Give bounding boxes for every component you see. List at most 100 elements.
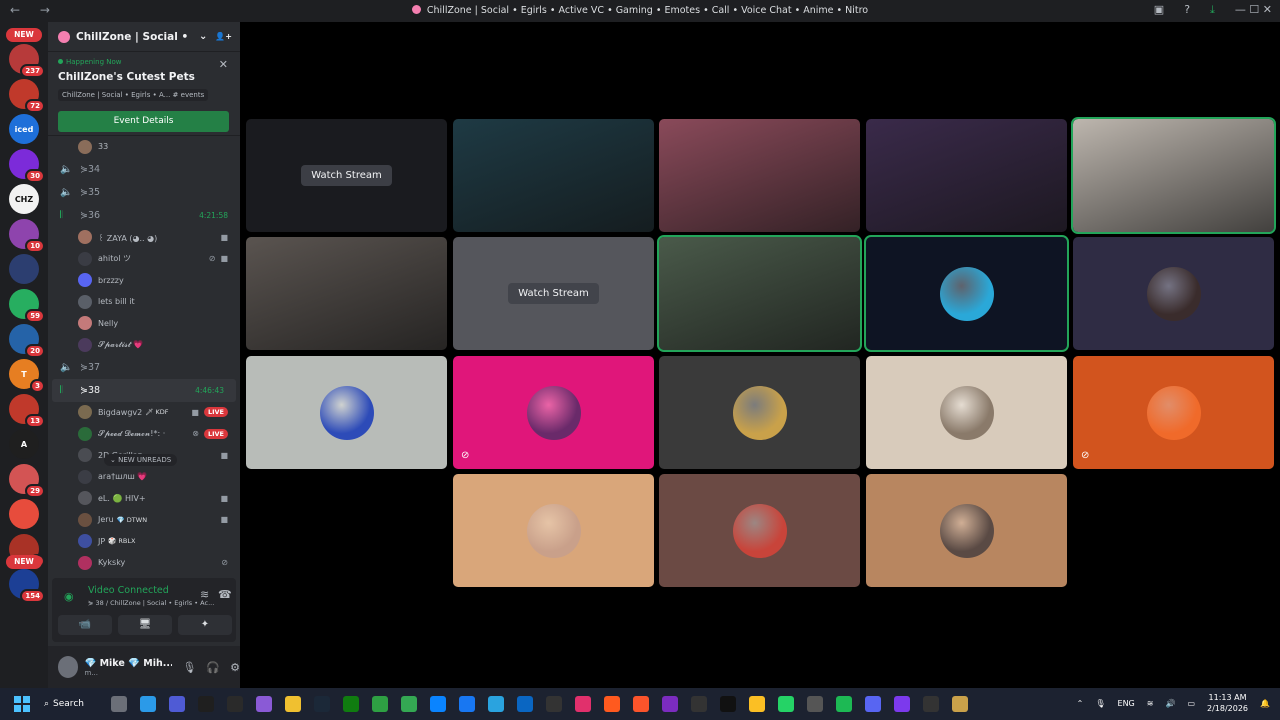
video-tile[interactable] [864,235,1069,352]
avatar[interactable] [58,656,79,678]
video-tile[interactable] [1071,117,1276,234]
taskbar-app-icon[interactable] [777,696,794,712]
voice-member[interactable]: ara†шлш 💗 [48,466,240,488]
taskbar-app-icon[interactable] [400,696,417,712]
taskbar-app-icon[interactable] [661,696,678,712]
voice-channel-path[interactable]: ⋟ 38 / ChillZone | Social • Egirls • Ac.… [88,599,214,607]
chevron-up-icon[interactable]: ⌃ [1077,699,1084,708]
gear-icon[interactable]: ⚙ [230,661,240,674]
wifi-icon[interactable]: ≋ [1147,699,1154,708]
taskbar-app-icon[interactable] [516,696,533,712]
taskbar-app-icon[interactable] [342,696,359,712]
notification-bell-icon[interactable]: 🔔 [1260,699,1270,708]
camera-button[interactable]: 📹 [58,615,112,635]
voice-member[interactable]: ꒰ ZAYA (◕.. ◕) ■ [48,227,240,249]
headphones-icon[interactable]: 🎧 [206,661,220,674]
video-tile[interactable] [453,474,654,587]
video-tile[interactable] [659,356,860,469]
taskbar-app-icon[interactable] [603,696,620,712]
taskbar-app-icon[interactable] [371,696,388,712]
video-tile[interactable] [659,119,860,232]
video-tile[interactable]: ⊘ [1073,356,1274,469]
server-icon[interactable]: 154 [9,569,45,603]
server-icon[interactable]: 29 [9,464,45,498]
microphone-icon[interactable]: 🎙 [182,661,196,674]
battery-icon[interactable]: ▭ [1187,699,1195,708]
window-controls[interactable]: — ☐ ✕ [1235,3,1272,17]
screen-share-button[interactable]: 🖥 [118,615,172,635]
taskbar-app-icon[interactable] [864,696,881,712]
taskbar-app-icon[interactable] [139,696,156,712]
video-tile[interactable]: Watch Stream [246,119,447,232]
taskbar-app-icon[interactable] [226,696,243,712]
voice-member[interactable]: Bigdawgv2 🗡 KDF ■ LIVE [48,402,240,424]
activities-button[interactable]: ✦ [178,615,232,635]
voice-member[interactable]: lets bill it [48,291,240,313]
voice-member[interactable]: 33 [48,136,240,158]
server-icon[interactable]: 237 [9,44,45,78]
download-icon[interactable]: ⤓ [1210,3,1215,17]
video-tile[interactable] [866,474,1067,587]
voice-member[interactable]: Jeru 💎 DTWN ■ [48,509,240,531]
mic-icon[interactable]: 🎙 [1095,699,1105,708]
watch-stream-button[interactable]: Watch Stream [508,283,599,304]
taskbar-app-icon[interactable] [893,696,910,712]
new-pill-bottom[interactable]: NEW [6,555,42,569]
taskbar-app-icon[interactable] [690,696,707,712]
voice-channel[interactable]: 𝄃 ⋟ 36 4:21:58 [48,204,240,227]
server-icon[interactable]: 30 [9,149,45,183]
voice-member[interactable]: brzzzy [48,270,240,292]
taskbar-app-icon[interactable] [458,696,475,712]
taskbar-app-icon[interactable] [748,696,765,712]
voice-member[interactable]: JP 🎲 RBLX [48,531,240,553]
guild-header[interactable]: ChillZone | Social • Egi... ⌄ 👤+ [48,22,240,52]
taskbar-app-icon[interactable] [487,696,504,712]
server-icon[interactable]: 13 [9,394,45,428]
video-tile[interactable]: Watch Stream [453,237,654,350]
taskbar-app-icon[interactable] [719,696,736,712]
voice-channel[interactable]: 🔈 ⋟ 35 [48,181,240,204]
taskbar-app-icon[interactable] [951,696,968,712]
taskbar-app-icon[interactable] [197,696,214,712]
taskbar-app-icon[interactable] [110,696,127,712]
inbox-icon[interactable]: ▣ [1154,3,1164,17]
noise-suppression-icon[interactable]: ≋ [200,588,209,601]
video-tile[interactable] [657,235,862,352]
server-icon[interactable]: 72 [9,79,45,113]
new-pill-top[interactable]: NEW [6,28,42,42]
video-tile[interactable] [866,119,1067,232]
server-icon[interactable]: A [9,429,39,459]
video-tile[interactable] [246,356,447,469]
video-tile[interactable] [1073,237,1274,350]
voice-channel[interactable]: 𝄃 ⋟ 38 4:46:43 [52,378,236,402]
taskbar-app-icon[interactable] [806,696,823,712]
voice-member[interactable]: 𝓢𝓹𝓪𝓻𝓽𝓲𝓼𝓽 💗 [48,334,240,356]
taskbar-app-icon[interactable] [835,696,852,712]
voice-channel[interactable]: 🔈 ⋟ 34 [48,158,240,181]
windows-start-icon[interactable] [14,696,30,712]
taskbar-app-icon[interactable] [313,696,330,712]
video-tile[interactable] [453,119,654,232]
taskbar-app-icon[interactable] [429,696,446,712]
clock[interactable]: 11:13 AM 2/18/2026 [1207,692,1248,714]
server-icon[interactable] [9,254,39,284]
lang-indicator[interactable]: ENG [1118,699,1135,708]
invite-icon[interactable]: 👤+ [215,32,232,41]
voice-channel[interactable]: 🔈 ⋟ 37 [48,356,240,379]
server-icon[interactable]: 10 [9,219,45,253]
video-tile[interactable] [866,356,1067,469]
voice-member[interactable]: Kyksky ⊘ [48,552,240,574]
server-icon[interactable]: 59 [9,289,45,323]
video-tile[interactable] [659,474,860,587]
taskbar-app-icon[interactable] [255,696,272,712]
server-icon[interactable]: T3 [9,359,45,393]
taskbar-app-icon[interactable] [545,696,562,712]
server-icon[interactable]: 20 [9,324,45,358]
new-unreads-pill[interactable]: ⌄ NEW UNREADS [104,454,178,466]
server-icon[interactable]: CHZ [9,184,39,214]
taskbar-app-icon[interactable] [922,696,939,712]
volume-icon[interactable]: 🔊 [1165,699,1175,708]
taskbar-app-icon[interactable] [574,696,591,712]
help-icon[interactable]: ? [1184,3,1190,17]
event-location[interactable]: ChillZone | Social • Egirls • A... # eve… [58,89,209,101]
